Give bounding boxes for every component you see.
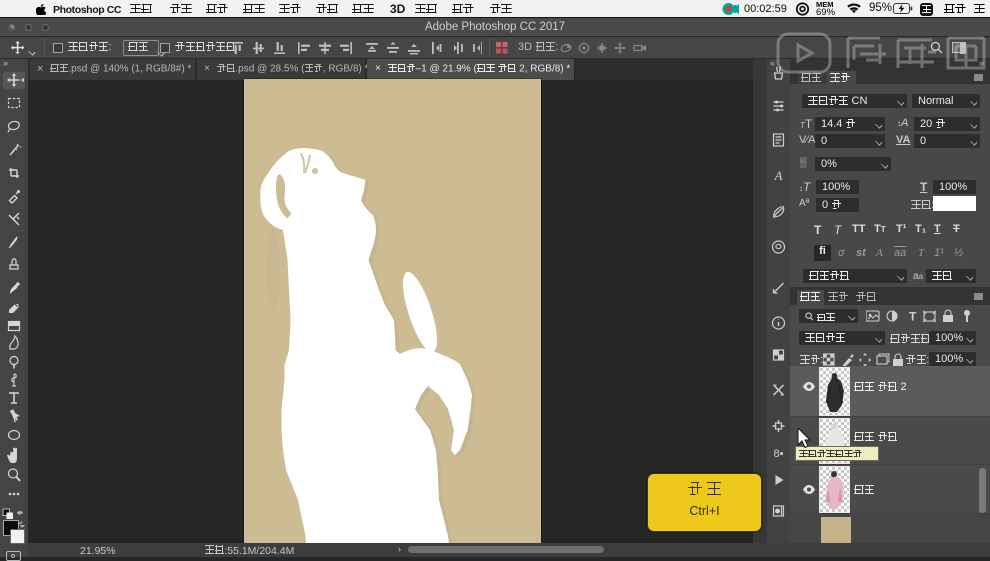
svg-text:8▪: 8▪	[773, 448, 783, 460]
svg-text:T: T	[909, 310, 917, 324]
svg-text:A: A	[774, 168, 783, 183]
